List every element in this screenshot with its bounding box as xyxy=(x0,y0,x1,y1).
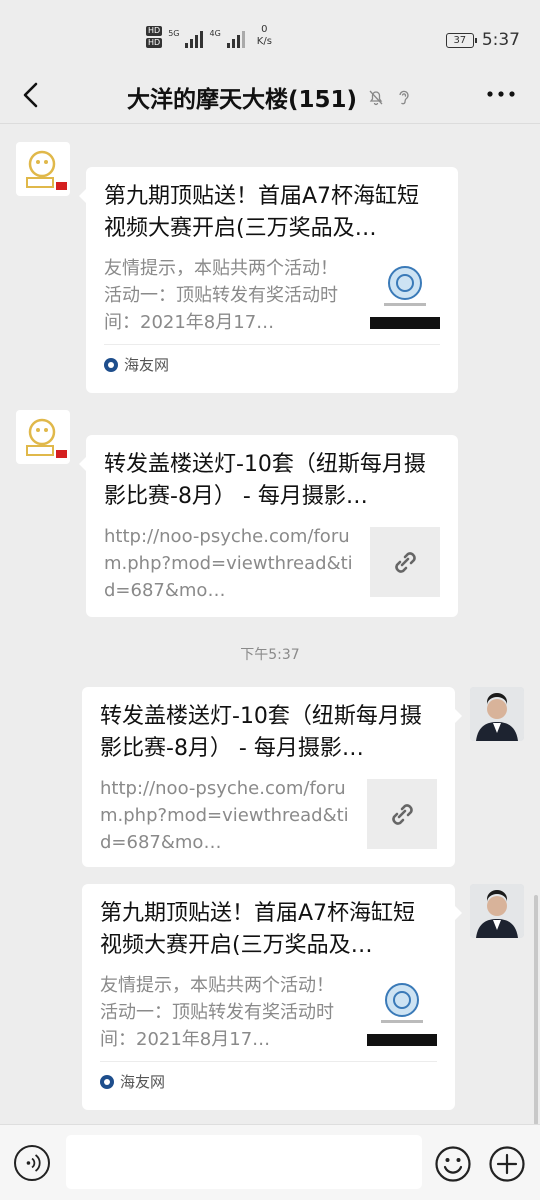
hd-badges: HD HD xyxy=(146,26,163,48)
scrollbar[interactable] xyxy=(534,895,538,1125)
card-description: 友情提示，本贴共两个活动！活动一：顶贴转发有奖活动时间：2021年8月17… xyxy=(100,975,334,1050)
input-bar xyxy=(0,1124,540,1200)
link-card-message[interactable]: 转发盖楼送灯-10套（纽斯每月摄影比赛-8月） - 每月摄影… http://n… xyxy=(82,687,462,867)
card-body: 友情提示，本贴共两个活动！活动一：顶贴转发有奖活动时间：2021年8月17… xyxy=(100,972,437,1053)
avatar[interactable] xyxy=(16,410,70,464)
network-speed: 0 K/s xyxy=(256,24,272,47)
link-card-message[interactable]: 第九期顶贴送！首届A7杯海缸短视频大赛开启(三万奖品及… 友情提示，本贴共两个活… xyxy=(82,884,462,1110)
link-icon xyxy=(392,804,413,825)
thumbnail-logo-icon xyxy=(367,983,437,1046)
avatar[interactable] xyxy=(16,142,70,196)
plus-icon[interactable] xyxy=(488,1145,526,1183)
avatar-logo-icon xyxy=(26,418,67,458)
signal-bars-icon xyxy=(226,30,245,48)
card-link-thumbnail xyxy=(367,779,437,849)
card-description: http://noo-psyche.com/forum.php?mod=view… xyxy=(104,526,353,601)
card-source: 海友网 xyxy=(100,1061,437,1101)
voice-icon[interactable] xyxy=(14,1145,50,1181)
chat-title: 大洋的摩天大楼(151) xyxy=(126,87,358,113)
hd-badge: HD xyxy=(146,38,163,48)
avatar-logo-icon xyxy=(26,150,67,190)
avatar-photo-icon xyxy=(470,687,524,741)
emoji-icon[interactable] xyxy=(434,1145,472,1183)
avatar-photo-icon xyxy=(470,884,524,938)
card-description: 友情提示，本贴共两个活动！活动一：顶贴转发有奖活动时间：2021年8月17… xyxy=(104,258,338,333)
avatar[interactable] xyxy=(470,687,524,741)
chat-messages[interactable]: 第九期顶贴送！首届A7杯海缸短视频大赛开启(三万奖品及… 友情提示，本贴共两个活… xyxy=(0,124,540,1124)
card-body: 友情提示，本贴共两个活动！活动一：顶贴转发有奖活动时间：2021年8月17… xyxy=(104,255,440,336)
card-description: http://noo-psyche.com/forum.php?mod=view… xyxy=(100,778,349,853)
card-title: 转发盖楼送灯-10套（纽斯每月摄影比赛-8月） - 每月摄影… xyxy=(104,452,426,509)
card-link-thumbnail xyxy=(370,527,440,597)
network-indicators: HD HD 5G 4G 0 K/s xyxy=(146,24,272,48)
chat-title-container: 大洋的摩天大楼(151) xyxy=(0,80,540,114)
card-body: http://noo-psyche.com/forum.php?mod=view… xyxy=(100,775,437,856)
card-thumbnail xyxy=(367,976,437,1046)
link-card-message[interactable]: 第九期顶贴送！首届A7杯海缸短视频大赛开启(三万奖品及… 友情提示，本贴共两个活… xyxy=(79,167,458,393)
thumbnail-logo-icon xyxy=(370,266,440,329)
message-input[interactable] xyxy=(66,1135,422,1189)
card-body: http://noo-psyche.com/forum.php?mod=view… xyxy=(104,523,440,604)
signal-bars-icon xyxy=(185,30,204,48)
source-icon xyxy=(104,357,118,372)
network-type-label: 4G xyxy=(209,29,221,38)
avatar[interactable] xyxy=(470,884,524,938)
card-title: 第九期顶贴送！首届A7杯海缸短视频大赛开启(三万奖品及… xyxy=(104,184,420,241)
source-name: 海友网 xyxy=(124,356,170,374)
card-thumbnail xyxy=(370,259,440,329)
chat-header: 大洋的摩天大楼(151) xyxy=(0,66,540,124)
link-card-message[interactable]: 转发盖楼送灯-10套（纽斯每月摄影比赛-8月） - 每月摄影… http://n… xyxy=(79,435,458,617)
card-source: 海友网 xyxy=(104,344,440,384)
more-dots-icon[interactable] xyxy=(486,86,516,102)
link-icon xyxy=(395,552,416,573)
source-name: 海友网 xyxy=(120,1073,166,1091)
network-type-label: 5G xyxy=(168,29,180,38)
hd-badge: HD xyxy=(146,26,163,36)
message-timestamp: 下午5:37 xyxy=(240,647,300,663)
battery-level: 37 xyxy=(453,34,467,46)
earpiece-icon xyxy=(399,90,409,105)
card-title: 第九期顶贴送！首届A7杯海缸短视频大赛开启(三万奖品及… xyxy=(100,901,416,958)
battery-icon: 37 xyxy=(445,32,477,48)
status-right: 37 5:37 xyxy=(445,30,520,50)
card-title: 转发盖楼送灯-10套（纽斯每月摄影比赛-8月） - 每月摄影… xyxy=(100,704,422,761)
mute-bell-icon xyxy=(369,90,383,106)
status-bar: HD HD 5G 4G 0 K/s 37 5:37 xyxy=(0,0,540,66)
clock: 5:37 xyxy=(481,30,520,50)
source-icon xyxy=(100,1074,114,1089)
